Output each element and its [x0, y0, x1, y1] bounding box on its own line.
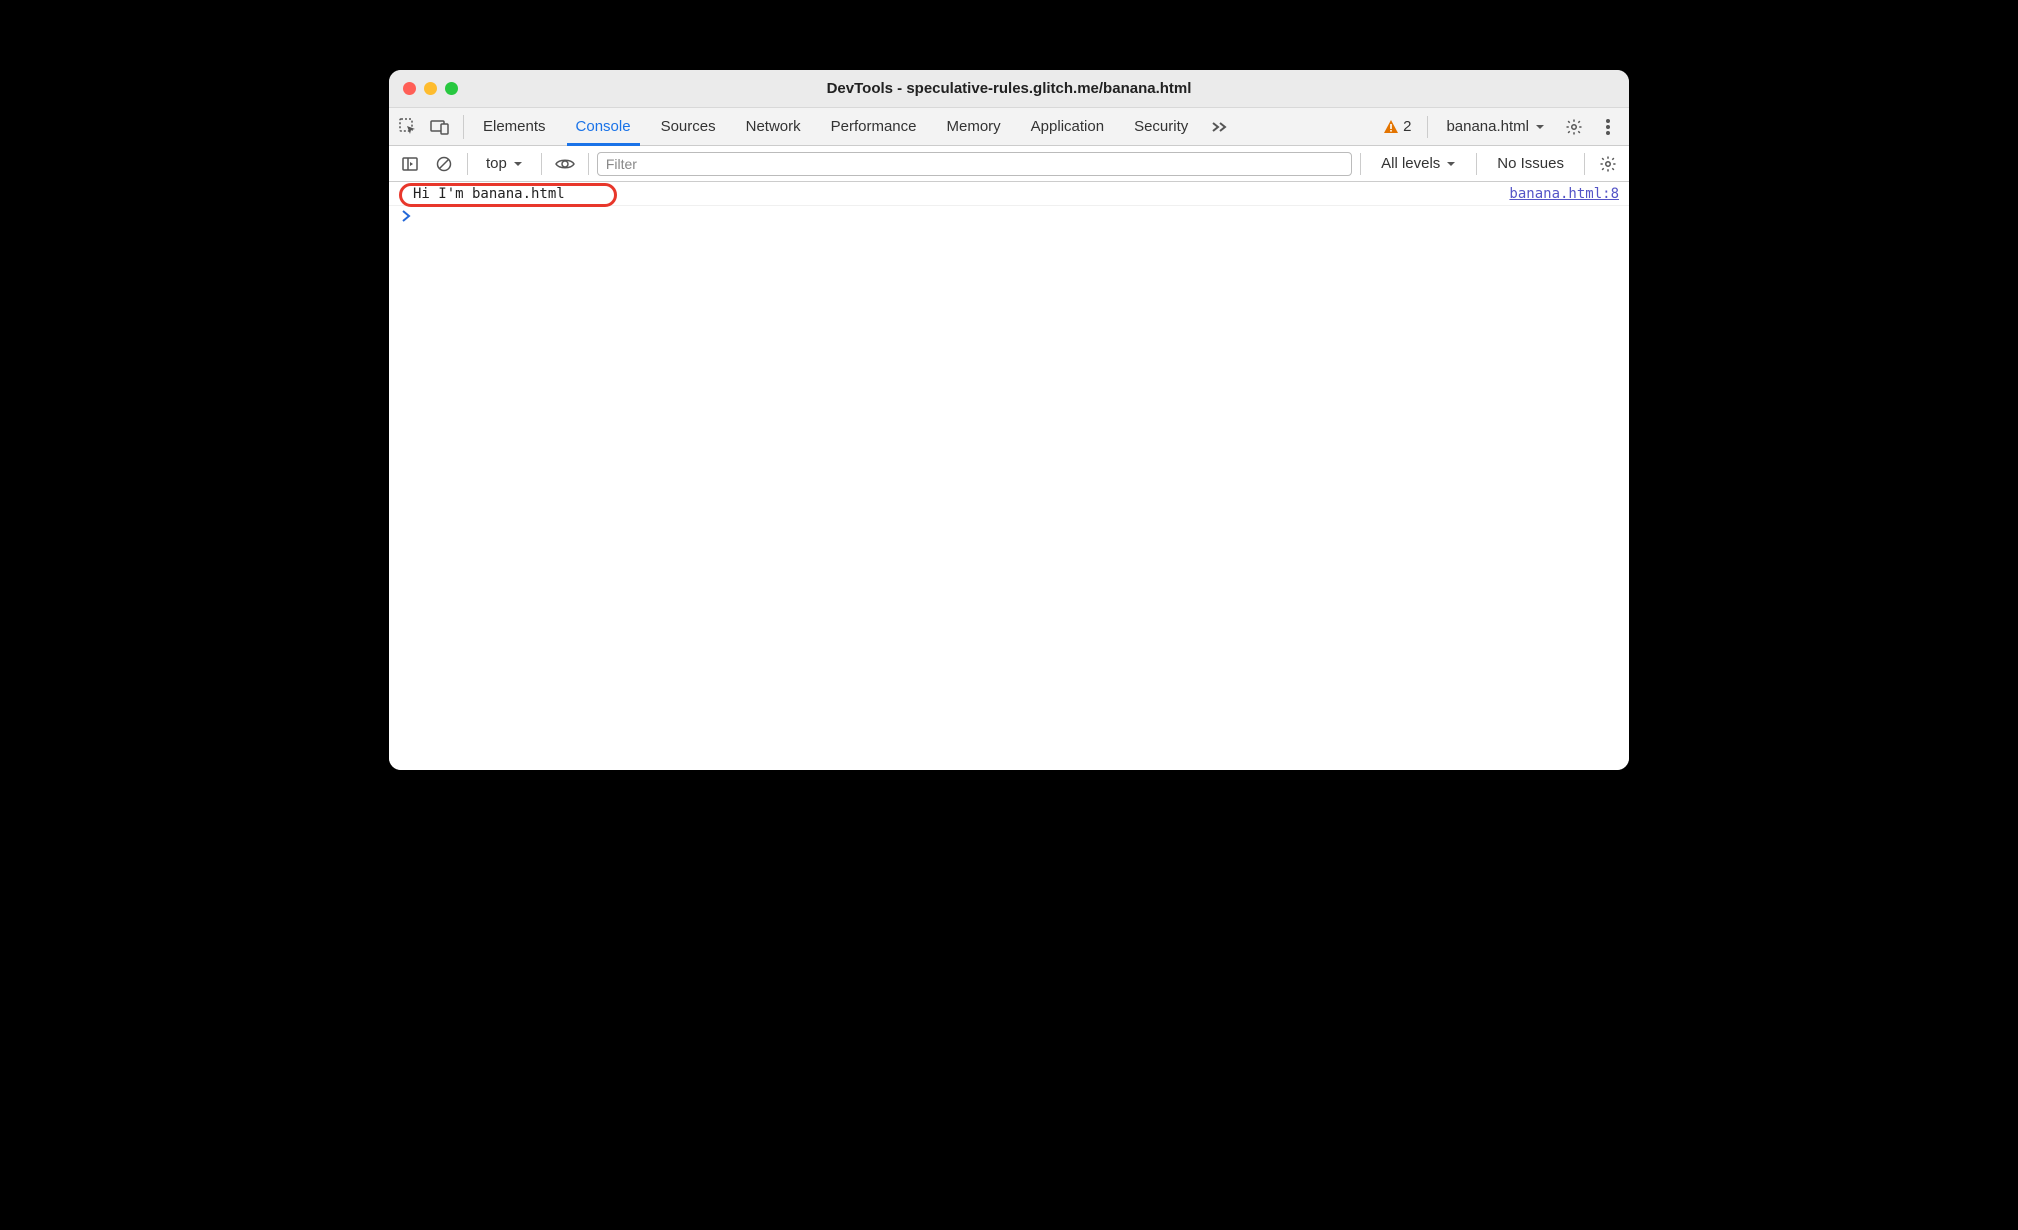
warnings-badge[interactable]: 2	[1375, 118, 1419, 135]
tab-performance[interactable]: Performance	[816, 108, 932, 145]
tab-label: Performance	[831, 118, 917, 135]
tab-application[interactable]: Application	[1016, 108, 1119, 145]
tab-console[interactable]: Console	[561, 108, 646, 145]
zoom-window-button[interactable]	[445, 82, 458, 95]
live-expression-icon[interactable]	[550, 149, 580, 179]
levels-label: All levels	[1381, 155, 1440, 172]
toggle-sidebar-icon[interactable]	[395, 149, 425, 179]
close-window-button[interactable]	[403, 82, 416, 95]
log-source-link[interactable]: banana.html:8	[1509, 186, 1619, 202]
issues-button[interactable]: No Issues	[1485, 155, 1576, 172]
minimize-window-button[interactable]	[424, 82, 437, 95]
divider	[541, 153, 542, 175]
settings-icon[interactable]	[1559, 112, 1589, 142]
clear-console-icon[interactable]	[429, 149, 459, 179]
tab-security[interactable]: Security	[1119, 108, 1203, 145]
target-label: banana.html	[1446, 118, 1529, 135]
panel-tabs: Elements Console Sources Network Perform…	[468, 108, 1203, 145]
console-body: Hi I'm banana.html banana.html:8	[389, 182, 1629, 770]
device-toolbar-icon[interactable]	[425, 112, 455, 142]
issues-label: No Issues	[1497, 155, 1564, 172]
tab-label: Console	[576, 118, 631, 135]
divider	[1360, 153, 1361, 175]
tab-network[interactable]: Network	[731, 108, 816, 145]
divider	[588, 153, 589, 175]
more-tabs-button[interactable]	[1203, 108, 1237, 145]
divider	[1476, 153, 1477, 175]
target-dropdown[interactable]: banana.html	[1436, 118, 1555, 135]
tab-label: Sources	[661, 118, 716, 135]
tab-elements[interactable]: Elements	[468, 108, 561, 145]
chevron-down-icon	[1446, 159, 1456, 169]
inspect-element-icon[interactable]	[393, 112, 423, 142]
tab-label: Network	[746, 118, 801, 135]
tab-sources[interactable]: Sources	[646, 108, 731, 145]
tabs-left-tools	[389, 108, 459, 145]
kebab-menu-icon[interactable]	[1593, 112, 1623, 142]
divider	[463, 115, 464, 139]
window-title: DevTools - speculative-rules.glitch.me/b…	[389, 80, 1629, 97]
titlebar: DevTools - speculative-rules.glitch.me/b…	[389, 70, 1629, 108]
tab-memory[interactable]: Memory	[932, 108, 1016, 145]
tab-label: Memory	[947, 118, 1001, 135]
warnings-count: 2	[1403, 118, 1411, 135]
tabs-bar: Elements Console Sources Network Perform…	[389, 108, 1629, 146]
status-right: 2 banana.html	[1375, 108, 1629, 145]
console-prompt[interactable]	[389, 206, 1629, 226]
prompt-caret-icon	[399, 210, 413, 222]
divider	[1584, 153, 1585, 175]
traffic-lights	[389, 82, 458, 95]
tab-label: Application	[1031, 118, 1104, 135]
console-settings-icon[interactable]	[1593, 149, 1623, 179]
divider	[1427, 116, 1428, 138]
filter-input[interactable]	[597, 152, 1352, 176]
log-row: Hi I'm banana.html banana.html:8	[389, 182, 1629, 206]
chevron-down-icon	[1535, 122, 1545, 132]
chevron-down-icon	[513, 159, 523, 169]
warning-icon	[1383, 119, 1399, 135]
tab-label: Security	[1134, 118, 1188, 135]
console-toolbar: top All levels No Issues	[389, 146, 1629, 182]
log-levels-dropdown[interactable]: All levels	[1369, 155, 1468, 172]
tab-label: Elements	[483, 118, 546, 135]
divider	[467, 153, 468, 175]
context-dropdown[interactable]: top	[476, 155, 533, 172]
context-label: top	[486, 155, 507, 172]
log-message: Hi I'm banana.html	[413, 186, 1509, 202]
devtools-window: DevTools - speculative-rules.glitch.me/b…	[389, 70, 1629, 770]
